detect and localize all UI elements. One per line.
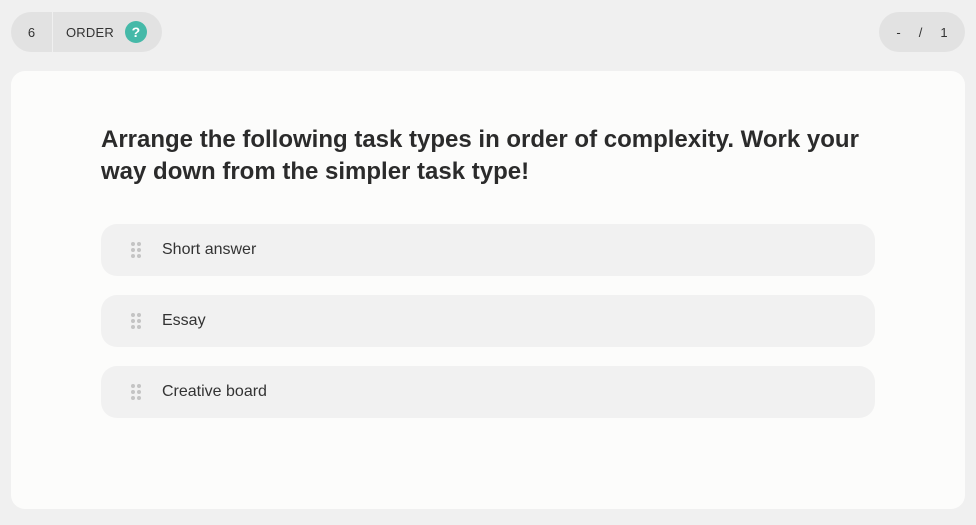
drag-handle-icon[interactable] bbox=[131, 384, 142, 400]
help-icon[interactable]: ? bbox=[124, 21, 147, 43]
order-option[interactable]: Short answer bbox=[101, 224, 875, 276]
question-type-label: ORDER bbox=[66, 24, 114, 40]
order-option[interactable]: Essay bbox=[101, 295, 875, 347]
order-option[interactable]: Creative board bbox=[101, 366, 875, 418]
option-label: Short answer bbox=[162, 241, 257, 258]
progress-pill: - / 1 bbox=[879, 12, 965, 52]
question-number: 6 bbox=[11, 12, 53, 52]
drag-handle-icon[interactable] bbox=[131, 242, 142, 258]
drag-handle-icon[interactable] bbox=[131, 313, 142, 329]
question-text: Arrange the following task types in orde… bbox=[101, 126, 859, 185]
progress-current: - bbox=[896, 24, 901, 40]
top-bar: 6 ORDER ? - / 1 bbox=[0, 0, 976, 64]
progress-total: 1 bbox=[940, 24, 948, 40]
progress-separator: / bbox=[918, 24, 923, 40]
question-type-pill: 6 ORDER ? bbox=[11, 12, 162, 52]
question-card: Arrange the following task types in orde… bbox=[11, 71, 965, 509]
order-options-list: Short answer Essay Creative board bbox=[101, 224, 875, 437]
option-label: Creative board bbox=[162, 383, 267, 400]
option-label: Essay bbox=[162, 312, 206, 329]
